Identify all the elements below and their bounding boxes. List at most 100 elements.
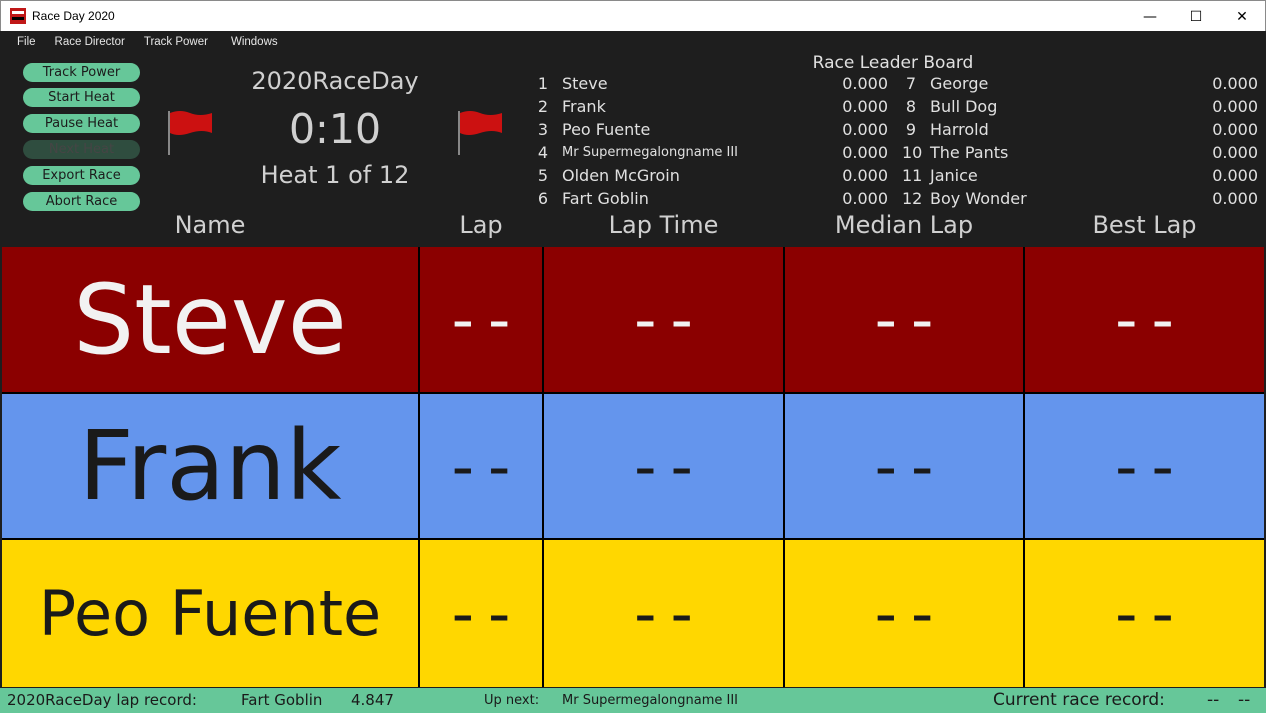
lane-3-racer-name: Peo Fuente <box>2 540 418 687</box>
menu-bar: File Race Director Track Power Windows <box>0 31 1266 53</box>
leader-time: 0.000 <box>1212 166 1258 185</box>
abort-race-button[interactable]: Abort Race <box>23 192 140 211</box>
leader-time: 0.000 <box>842 143 888 162</box>
leader-name: Mr Supermegalongname III <box>562 145 738 160</box>
lane-1-lap: -- <box>420 247 542 392</box>
leader-time: 0.000 <box>842 74 888 93</box>
window-controls: — ☐ ✕ <box>1127 1 1265 32</box>
leader-board-row: 6 Fart Goblin 0.000 <box>534 189 888 211</box>
next-heat-button[interactable]: Next Heat <box>23 140 140 159</box>
leader-name: Steve <box>562 74 608 93</box>
leader-name: Bull Dog <box>930 97 998 116</box>
leader-time: 0.000 <box>1212 97 1258 116</box>
leader-rank: 5 <box>537 166 549 185</box>
leader-board-row: 9 Harrold 0.000 <box>902 120 1258 142</box>
lane-grid: Steve -- -- -- -- Frank -- -- -- -- Peo … <box>2 247 1264 687</box>
leader-name: Olden McGroin <box>562 166 680 185</box>
lane-3-median-lap: -- <box>785 540 1023 687</box>
leader-rank: 6 <box>537 189 549 208</box>
column-header-lap: Lap <box>459 211 503 239</box>
leader-rank: 8 <box>905 97 917 116</box>
column-header-best-lap: Best Lap <box>1092 211 1197 239</box>
lane-2-lap: -- <box>420 394 542 538</box>
race-name: 2020RaceDay <box>251 67 419 95</box>
leader-name: Peo Fuente <box>562 120 651 139</box>
leader-rank: 12 <box>902 189 923 208</box>
leader-time: 0.000 <box>1212 120 1258 139</box>
leader-rank: 2 <box>537 97 549 116</box>
leader-board-row: 3 Peo Fuente 0.000 <box>534 120 888 142</box>
leader-name: Fart Goblin <box>562 189 649 208</box>
lane-1-best-lap: -- <box>1025 247 1264 392</box>
close-icon[interactable]: ✕ <box>1219 1 1265 32</box>
leader-rank: 10 <box>902 143 923 162</box>
leader-name: Boy Wonder <box>930 189 1027 208</box>
lap-record-holder: Fart Goblin <box>241 691 323 709</box>
leader-time: 0.000 <box>842 97 888 116</box>
leader-board-row: 7 George 0.000 <box>902 74 1258 96</box>
start-heat-button[interactable]: Start Heat <box>23 88 140 107</box>
lane-3-lap-time: -- <box>544 540 783 687</box>
leader-board-row: 1 Steve 0.000 <box>534 74 888 96</box>
leader-board-row: 8 Bull Dog 0.000 <box>902 97 1258 119</box>
lane-1-lap-time: -- <box>544 247 783 392</box>
leader-rank: 7 <box>905 74 917 93</box>
leader-rank: 9 <box>905 120 917 139</box>
leader-board-row: 12 Boy Wonder 0.000 <box>902 189 1258 211</box>
lane-3-lap: -- <box>420 540 542 687</box>
leader-time: 0.000 <box>842 189 888 208</box>
up-next-name: Mr Supermegalongname III <box>562 693 738 708</box>
leader-name: Frank <box>562 97 606 116</box>
current-record-label: Current race record: <box>993 690 1165 710</box>
lane-2-median-lap: -- <box>785 394 1023 538</box>
menu-race-director[interactable]: Race Director <box>55 36 125 48</box>
leader-time: 0.000 <box>1212 143 1258 162</box>
lane-2-lap-time: -- <box>544 394 783 538</box>
menu-track-power[interactable]: Track Power <box>144 36 208 48</box>
leader-board-row: 11 Janice 0.000 <box>902 166 1258 188</box>
status-bar: 2020RaceDay lap record: Fart Goblin 4.84… <box>0 688 1266 713</box>
leader-time: 0.000 <box>1212 189 1258 208</box>
leader-board-row: 4 Mr Supermegalongname III 0.000 <box>534 143 888 165</box>
current-record-holder: -- <box>1207 690 1220 710</box>
leader-rank: 1 <box>537 74 549 93</box>
leader-board-row: 5 Olden McGroin 0.000 <box>534 166 888 188</box>
menu-windows[interactable]: Windows <box>231 36 278 48</box>
column-header-lap-time: Lap Time <box>608 211 719 239</box>
leader-board-row: 10 The Pants 0.000 <box>902 143 1258 165</box>
lane-1-racer-name: Steve <box>2 247 418 392</box>
leader-time: 0.000 <box>1212 74 1258 93</box>
leader-name: George <box>930 74 989 93</box>
app-logo-icon <box>10 8 26 24</box>
lane-2-best-lap: -- <box>1025 394 1264 538</box>
lap-record-time: 4.847 <box>351 691 394 709</box>
leader-name: Janice <box>930 166 978 185</box>
leader-time: 0.000 <box>842 120 888 139</box>
minimize-icon[interactable]: — <box>1127 1 1173 32</box>
leader-rank: 3 <box>537 120 549 139</box>
race-header: Track Power Start Heat Pause Heat Next H… <box>0 53 1266 247</box>
lane-3-best-lap: -- <box>1025 540 1264 687</box>
heat-counter: Heat 1 of 12 <box>260 161 410 189</box>
export-race-button[interactable]: Export Race <box>23 166 140 185</box>
window-title: Race Day 2020 <box>32 9 115 23</box>
track-power-button[interactable]: Track Power <box>23 63 140 82</box>
current-record-time: -- <box>1238 690 1251 710</box>
column-header-median-lap: Median Lap <box>834 211 974 239</box>
pause-heat-button[interactable]: Pause Heat <box>23 114 140 133</box>
lane-1-median-lap: -- <box>785 247 1023 392</box>
column-header-name: Name <box>174 211 246 239</box>
leader-name: Harrold <box>930 120 989 139</box>
leader-name: The Pants <box>930 143 1009 162</box>
leader-board-row: 2 Frank 0.000 <box>534 97 888 119</box>
maximize-icon[interactable]: ☐ <box>1173 1 1219 32</box>
heat-timer: 0:10 <box>288 105 382 153</box>
title-bar: Race Day 2020 — ☐ ✕ <box>0 0 1266 31</box>
leader-board-title: Race Leader Board <box>812 53 974 73</box>
lap-record-label: 2020RaceDay lap record: <box>7 691 197 709</box>
leader-rank: 11 <box>902 166 923 185</box>
up-next-label: Up next: <box>484 693 540 708</box>
lane-2-racer-name: Frank <box>2 394 418 538</box>
menu-file[interactable]: File <box>17 36 36 48</box>
leader-rank: 4 <box>537 143 549 162</box>
